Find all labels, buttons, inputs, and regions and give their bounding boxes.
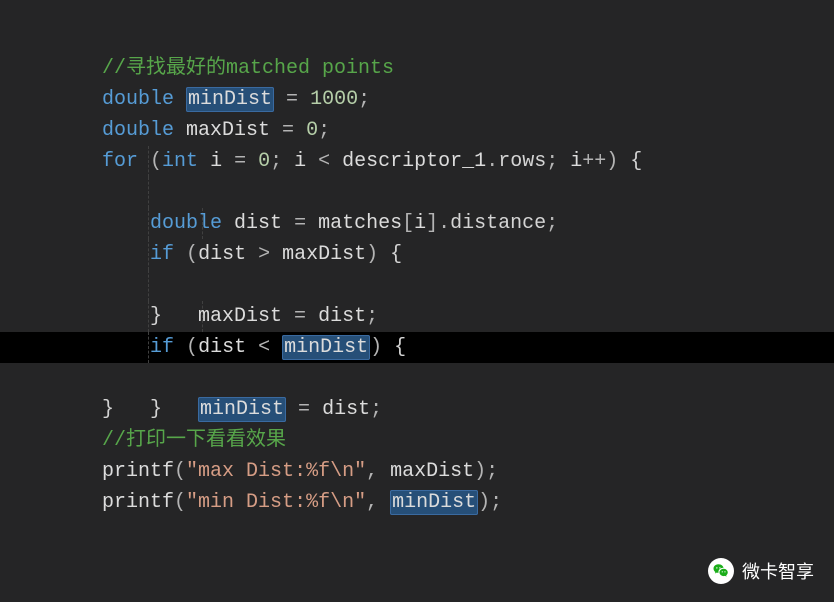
- keyword-if: if: [150, 336, 186, 359]
- paren: ): [366, 243, 390, 266]
- identifier: maxDist: [198, 305, 282, 328]
- keyword-double: double: [150, 212, 234, 235]
- operator: =: [274, 88, 310, 111]
- keyword-for: for: [102, 150, 150, 173]
- comma: ,: [366, 460, 390, 483]
- operator: >: [246, 243, 282, 266]
- member: distance: [450, 212, 546, 235]
- code-line[interactable]: if (dist < minDist) {: [54, 270, 834, 301]
- operator: <: [306, 150, 342, 173]
- brace: {: [630, 150, 642, 173]
- number: 0: [306, 119, 318, 142]
- selection-minDist[interactable]: minDist: [282, 335, 370, 360]
- identifier: dist: [318, 305, 366, 328]
- number: 0: [258, 150, 270, 173]
- identifier: maxDist: [186, 119, 270, 142]
- semicolon: ;: [366, 305, 378, 328]
- paren: ): [474, 460, 486, 483]
- identifier: dist: [234, 212, 282, 235]
- brace: }: [102, 398, 114, 421]
- identifier: matches: [318, 212, 402, 235]
- paren: (: [150, 150, 162, 173]
- brace: {: [394, 336, 406, 359]
- operator: =: [270, 119, 306, 142]
- watermark-text: 微卡智享: [742, 558, 814, 584]
- indent-guide: [148, 177, 149, 208]
- dot: .: [486, 150, 498, 173]
- paren: ): [606, 150, 630, 173]
- string: "min Dist:%f\n": [186, 491, 366, 514]
- code-line[interactable]: //寻找最好的matched points: [54, 22, 834, 53]
- code-line[interactable]: if (dist > maxDist) {: [54, 177, 834, 208]
- code-editor[interactable]: //寻找最好的matched points double minDist = 1…: [0, 0, 834, 602]
- identifier: dist: [322, 398, 370, 421]
- paren: (: [174, 491, 186, 514]
- function-call: printf: [102, 460, 174, 483]
- string: "max Dist:%f\n": [186, 460, 366, 483]
- bracket: ]: [426, 212, 438, 235]
- wechat-icon: [708, 558, 734, 584]
- semicolon: ;: [270, 150, 294, 173]
- member: rows: [498, 150, 546, 173]
- indent: [102, 243, 150, 266]
- selection-minDist[interactable]: minDist: [390, 490, 478, 515]
- dot: .: [438, 212, 450, 235]
- operator: =: [222, 150, 258, 173]
- operator: =: [282, 212, 318, 235]
- watermark: 微卡智享: [708, 558, 814, 584]
- paren: ): [370, 336, 394, 359]
- identifier: maxDist: [390, 460, 474, 483]
- comment: //打印一下看看效果: [102, 429, 286, 452]
- brace: }: [150, 398, 162, 421]
- identifier: dist: [198, 336, 246, 359]
- indent: [102, 212, 150, 235]
- indent: [102, 336, 150, 359]
- brace: }: [150, 305, 162, 328]
- keyword-if: if: [150, 243, 186, 266]
- selection-minDist[interactable]: minDist: [198, 397, 286, 422]
- operator: ++: [582, 150, 606, 173]
- semicolon: ;: [486, 460, 498, 483]
- semicolon: ;: [546, 212, 558, 235]
- identifier: i: [570, 150, 582, 173]
- function-call: printf: [102, 491, 174, 514]
- identifier: i: [210, 150, 222, 173]
- brace: {: [390, 243, 402, 266]
- semicolon: ;: [318, 119, 330, 142]
- operator: =: [286, 398, 322, 421]
- identifier: i: [414, 212, 426, 235]
- indent: [102, 305, 150, 328]
- identifier: dist: [198, 243, 246, 266]
- keyword-double: double: [102, 119, 186, 142]
- keyword-int: int: [162, 150, 210, 173]
- code-line[interactable]: }: [54, 363, 834, 394]
- operator: <: [246, 336, 282, 359]
- indent-guide: [148, 270, 149, 301]
- semicolon: ;: [546, 150, 570, 173]
- paren: (: [186, 336, 198, 359]
- identifier: descriptor_1: [342, 150, 486, 173]
- comma: ,: [366, 491, 390, 514]
- semicolon: ;: [370, 398, 382, 421]
- selection-minDist[interactable]: minDist: [186, 87, 274, 112]
- operator: =: [282, 305, 318, 328]
- number: 1000: [310, 88, 358, 111]
- comment: //寻找最好的matched points: [102, 57, 394, 80]
- bracket: [: [402, 212, 414, 235]
- paren: (: [174, 460, 186, 483]
- semicolon: ;: [490, 491, 502, 514]
- semicolon: ;: [358, 88, 370, 111]
- identifier: maxDist: [282, 243, 366, 266]
- paren: (: [186, 243, 198, 266]
- paren: ): [478, 491, 490, 514]
- identifier: i: [294, 150, 306, 173]
- keyword-double: double: [102, 88, 186, 111]
